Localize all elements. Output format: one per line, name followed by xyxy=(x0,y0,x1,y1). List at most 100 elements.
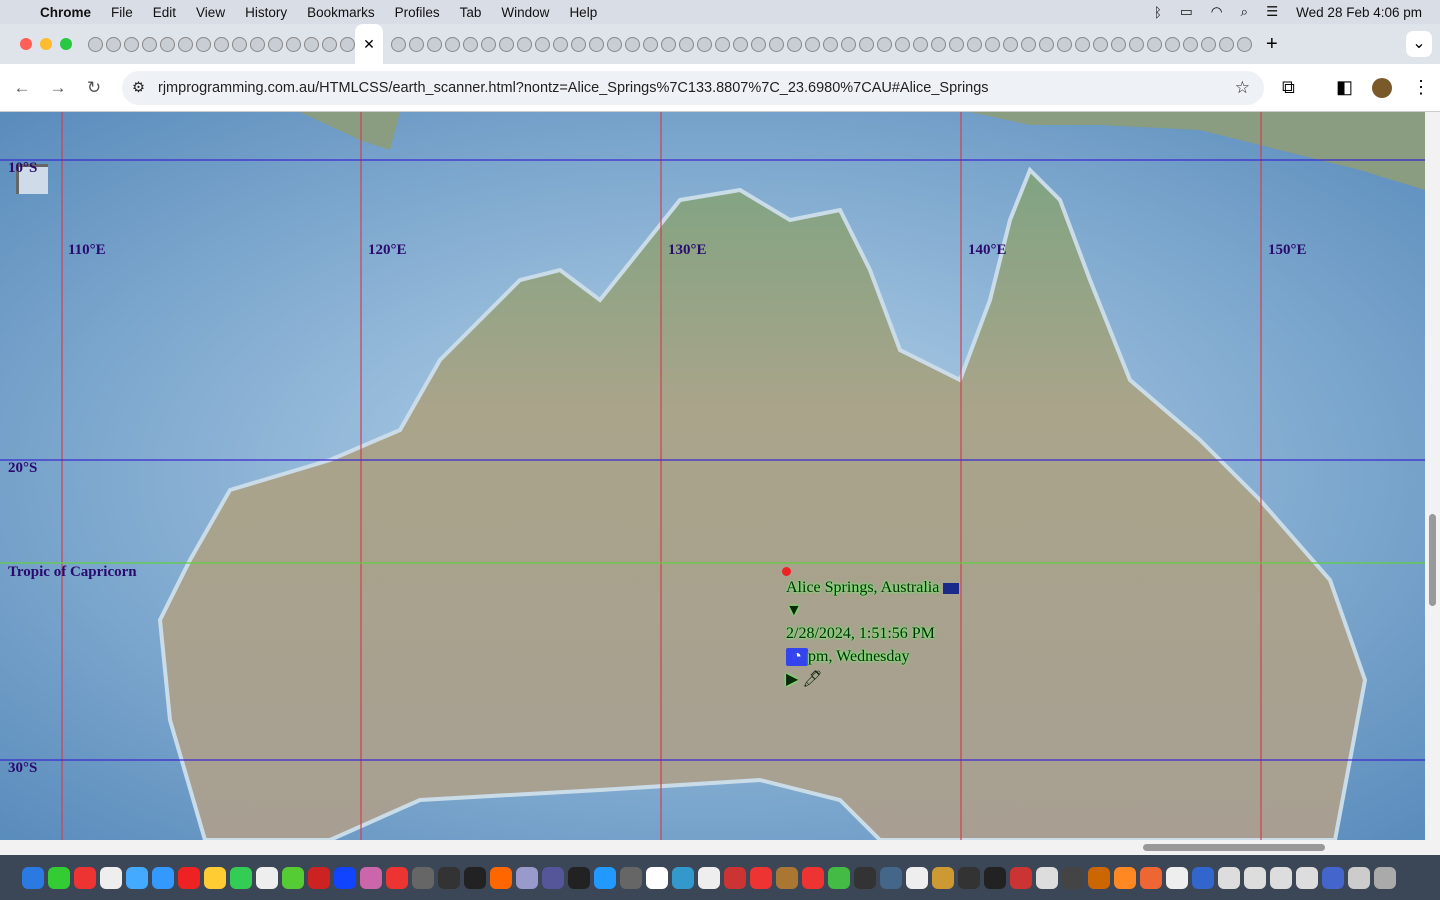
dock-app-icon[interactable] xyxy=(958,866,980,889)
address-bar[interactable]: ⚙ rjmprogramming.com.au/HTMLCSS/earth_sc… xyxy=(122,70,1264,105)
dock-app-icon[interactable] xyxy=(1374,866,1396,889)
browser-tab[interactable] xyxy=(1039,36,1054,52)
tab-search-button[interactable]: ⌄ xyxy=(1406,31,1432,57)
browser-tab[interactable] xyxy=(463,36,478,52)
browser-tab[interactable] xyxy=(1129,36,1144,52)
browser-tab[interactable] xyxy=(1165,36,1180,52)
bluetooth-icon[interactable]: ᛒ xyxy=(1154,5,1162,20)
dock-app-icon[interactable] xyxy=(828,866,850,889)
maximize-window-button[interactable] xyxy=(60,38,72,50)
dock-app-icon[interactable] xyxy=(282,866,304,889)
dock-app-icon[interactable] xyxy=(1114,866,1136,889)
browser-tab[interactable] xyxy=(1183,36,1198,52)
dock-app-icon[interactable] xyxy=(48,866,70,889)
dock-app-icon[interactable] xyxy=(204,866,226,889)
scrollbar-thumb[interactable] xyxy=(1143,844,1325,851)
dock-app-icon[interactable] xyxy=(1140,866,1162,889)
browser-tab[interactable] xyxy=(124,36,139,52)
browser-tab[interactable] xyxy=(877,36,892,52)
browser-tab[interactable] xyxy=(643,36,658,52)
menu-profiles[interactable]: Profiles xyxy=(395,5,440,20)
menu-history[interactable]: History xyxy=(245,5,287,20)
dock-app-icon[interactable] xyxy=(1244,866,1266,889)
extensions-icon[interactable]: ⧉ xyxy=(1282,77,1295,98)
bookmark-star-icon[interactable]: ☆ xyxy=(1235,78,1250,98)
browser-tab[interactable] xyxy=(232,36,247,52)
dock-app-icon[interactable] xyxy=(932,866,954,889)
clock[interactable]: Wed 28 Feb 4:06 pm xyxy=(1296,5,1422,20)
browser-tab[interactable] xyxy=(607,36,622,52)
browser-tab[interactable] xyxy=(1219,36,1234,52)
browser-tab[interactable] xyxy=(1021,36,1036,52)
avatar[interactable] xyxy=(1372,77,1392,98)
dock-app-icon[interactable] xyxy=(152,866,174,889)
dock-app-icon[interactable] xyxy=(724,866,746,889)
pen-icon[interactable]: 🖊 xyxy=(802,671,822,688)
dock-app-icon[interactable] xyxy=(906,866,928,889)
browser-tab[interactable] xyxy=(1147,36,1162,52)
browser-tab[interactable] xyxy=(895,36,910,52)
dock-app-icon[interactable] xyxy=(542,866,564,889)
browser-tab[interactable] xyxy=(517,36,532,52)
dock-app-icon[interactable] xyxy=(854,866,876,889)
menu-app[interactable]: Chrome xyxy=(40,5,91,20)
browser-tab[interactable] xyxy=(1201,36,1216,52)
dock-app-icon[interactable] xyxy=(698,866,720,889)
back-button[interactable]: ← xyxy=(4,78,40,98)
browser-tab[interactable] xyxy=(679,36,694,52)
browser-tab[interactable] xyxy=(697,36,712,52)
browser-tab[interactable] xyxy=(823,36,838,52)
reload-button[interactable]: ↻ xyxy=(76,78,112,98)
browser-tab[interactable] xyxy=(1237,36,1252,52)
browser-tab[interactable] xyxy=(787,36,802,52)
dock-app-icon[interactable] xyxy=(490,866,512,889)
dock-app-icon[interactable] xyxy=(620,866,642,889)
dock-app-icon[interactable] xyxy=(646,866,668,889)
browser-tab[interactable] xyxy=(268,36,283,52)
browser-tab[interactable] xyxy=(661,36,676,52)
map[interactable]: 10°S 20°S 30°S Tropic of Capricorn 110°E… xyxy=(0,112,1425,840)
browser-tab[interactable] xyxy=(733,36,748,52)
browser-tab[interactable] xyxy=(445,36,460,52)
browser-tab[interactable] xyxy=(409,36,424,52)
browser-tab[interactable] xyxy=(322,36,337,52)
url-text[interactable]: rjmprogramming.com.au/HTMLCSS/earth_scan… xyxy=(158,80,989,96)
menu-tab[interactable]: Tab xyxy=(460,5,482,20)
scrollbar-thumb[interactable] xyxy=(1429,514,1436,606)
menu-window[interactable]: Window xyxy=(501,5,549,20)
browser-tab[interactable] xyxy=(859,36,874,52)
dock-app-icon[interactable] xyxy=(1062,866,1084,889)
browser-tab[interactable] xyxy=(250,36,265,52)
dock-app-icon[interactable] xyxy=(1322,866,1344,889)
side-panel-icon[interactable]: ◧ xyxy=(1336,77,1353,98)
browser-tab[interactable] xyxy=(1093,36,1108,52)
dock-app-icon[interactable] xyxy=(1166,866,1188,889)
browser-tab[interactable] xyxy=(931,36,946,52)
browser-tab[interactable] xyxy=(571,36,586,52)
wifi-icon[interactable]: ◠ xyxy=(1211,4,1223,20)
menu-edit[interactable]: Edit xyxy=(153,5,176,20)
active-tab[interactable]: ✕ xyxy=(355,24,383,64)
dock-app-icon[interactable] xyxy=(100,866,122,889)
forward-button[interactable]: → xyxy=(40,78,76,98)
dock-app-icon[interactable] xyxy=(178,866,200,889)
close-window-button[interactable] xyxy=(20,38,32,50)
browser-tab[interactable] xyxy=(535,36,550,52)
dock-app-icon[interactable] xyxy=(438,866,460,889)
dock-app-icon[interactable] xyxy=(334,866,356,889)
browser-tab[interactable] xyxy=(499,36,514,52)
dock-app-icon[interactable] xyxy=(672,866,694,889)
dock-app-icon[interactable] xyxy=(74,866,96,889)
new-tab-button[interactable]: + xyxy=(1266,33,1278,56)
browser-tab[interactable] xyxy=(805,36,820,52)
dock-app-icon[interactable] xyxy=(516,866,538,889)
dock-app-icon[interactable] xyxy=(1088,866,1110,889)
details-toggle[interactable]: ▼ xyxy=(786,599,959,622)
dock-app-icon[interactable] xyxy=(1296,866,1318,889)
browser-tab[interactable] xyxy=(88,36,103,52)
browser-tab[interactable] xyxy=(1111,36,1126,52)
battery-icon[interactable]: ▭ xyxy=(1180,4,1193,20)
dock-app-icon[interactable] xyxy=(360,866,382,889)
dock-app-icon[interactable] xyxy=(1270,866,1292,889)
browser-tab[interactable] xyxy=(769,36,784,52)
